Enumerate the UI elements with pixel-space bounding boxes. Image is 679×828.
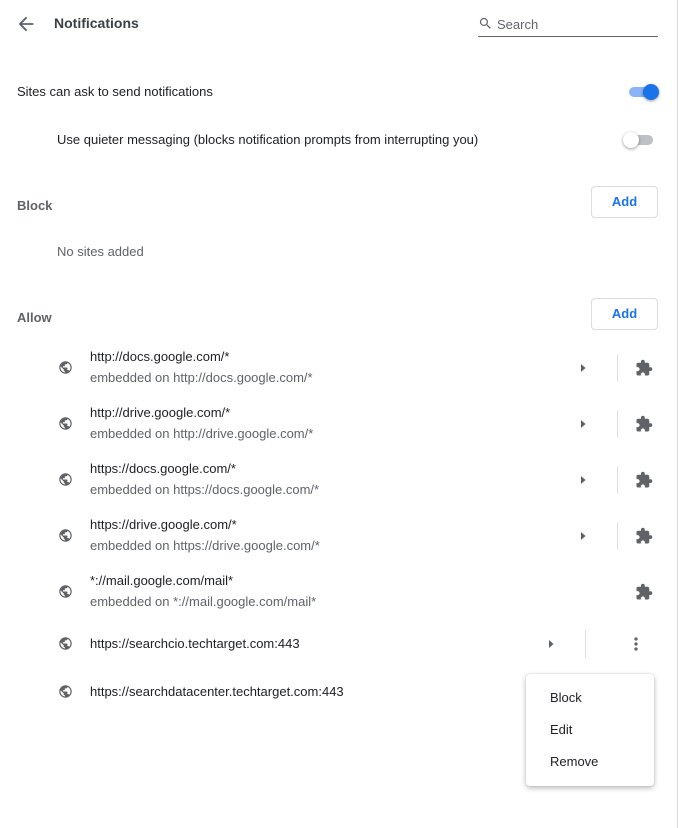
allow-add-button[interactable]: Add <box>591 298 658 330</box>
allow-section-title: Allow <box>17 310 52 325</box>
site-details-button[interactable] <box>573 526 593 546</box>
globe-icon <box>59 637 72 650</box>
arrow-right-icon <box>549 640 554 648</box>
site-row[interactable]: *://mail.google.com/mail* embedded on *:… <box>0 572 679 612</box>
site-url: https://docs.google.com/* <box>90 461 236 476</box>
block-empty-text: No sites added <box>57 244 144 259</box>
site-details-button[interactable] <box>573 470 593 490</box>
site-row[interactable]: http://drive.google.com/* embedded on ht… <box>0 404 679 444</box>
site-context-menu: Block Edit Remove <box>526 674 654 786</box>
menu-item-edit[interactable]: Edit <box>526 714 654 746</box>
globe-icon <box>59 361 72 374</box>
back-button[interactable] <box>15 13 37 35</box>
site-embedded: embedded on http://drive.google.com/* <box>90 426 314 441</box>
site-embedded: embedded on https://drive.google.com/* <box>90 538 320 553</box>
arrow-right-icon <box>581 420 586 428</box>
site-row[interactable]: http://docs.google.com/* embedded on htt… <box>0 348 679 388</box>
globe-icon <box>59 685 72 698</box>
site-row[interactable]: https://searchcio.techtarget.com:443 <box>0 628 679 660</box>
extension-icon <box>636 583 653 600</box>
globe-icon <box>59 585 72 598</box>
arrow-right-icon <box>581 476 586 484</box>
arrow-right-icon <box>581 532 586 540</box>
site-row[interactable]: https://drive.google.com/* embedded on h… <box>0 516 679 556</box>
toggle-knob <box>643 84 659 100</box>
globe-icon <box>59 529 72 542</box>
globe-icon <box>59 473 72 486</box>
site-url: *://mail.google.com/mail* <box>90 573 234 588</box>
menu-item-block[interactable]: Block <box>526 682 654 714</box>
block-add-button[interactable]: Add <box>591 186 658 218</box>
site-url: http://docs.google.com/* <box>90 349 230 364</box>
extension-icon <box>636 415 653 432</box>
more-vert-icon <box>634 637 638 651</box>
ask-notifications-toggle[interactable] <box>627 84 659 100</box>
site-embedded: embedded on https://docs.google.com/* <box>90 482 320 497</box>
arrow-right-icon <box>581 364 586 372</box>
header: Notifications <box>0 0 679 48</box>
arrow-back-icon <box>18 16 34 32</box>
divider <box>585 630 586 658</box>
site-details-button[interactable] <box>541 634 561 654</box>
more-actions-button[interactable] <box>626 634 646 654</box>
search-icon <box>479 17 491 29</box>
quieter-messaging-toggle[interactable] <box>623 132 655 148</box>
site-details-button[interactable] <box>573 414 593 434</box>
site-url: https://drive.google.com/* <box>90 517 237 532</box>
page-title: Notifications <box>54 15 139 31</box>
site-embedded: embedded on http://docs.google.com/* <box>90 370 313 385</box>
site-url: https://searchdatacenter.techtarget.com:… <box>90 684 344 699</box>
site-url: https://searchcio.techtarget.com:443 <box>90 636 300 651</box>
site-details-button[interactable] <box>573 358 593 378</box>
divider <box>617 410 618 438</box>
quieter-messaging-label: Use quieter messaging (blocks notificati… <box>57 132 479 147</box>
globe-icon <box>59 417 72 430</box>
site-embedded: embedded on *://mail.google.com/mail* <box>90 594 317 609</box>
search-input[interactable] <box>497 14 657 34</box>
divider <box>617 522 618 550</box>
extension-icon <box>636 527 653 544</box>
ask-notifications-label: Sites can ask to send notifications <box>17 84 213 99</box>
site-row[interactable]: https://docs.google.com/* embedded on ht… <box>0 460 679 500</box>
divider <box>617 466 618 494</box>
menu-item-remove[interactable]: Remove <box>526 746 654 778</box>
divider <box>617 354 618 382</box>
extension-icon <box>636 359 653 376</box>
search-box[interactable] <box>478 14 658 37</box>
toggle-knob <box>623 132 639 148</box>
site-url: http://drive.google.com/* <box>90 405 231 420</box>
block-section-title: Block <box>17 198 53 213</box>
extension-icon <box>636 471 653 488</box>
